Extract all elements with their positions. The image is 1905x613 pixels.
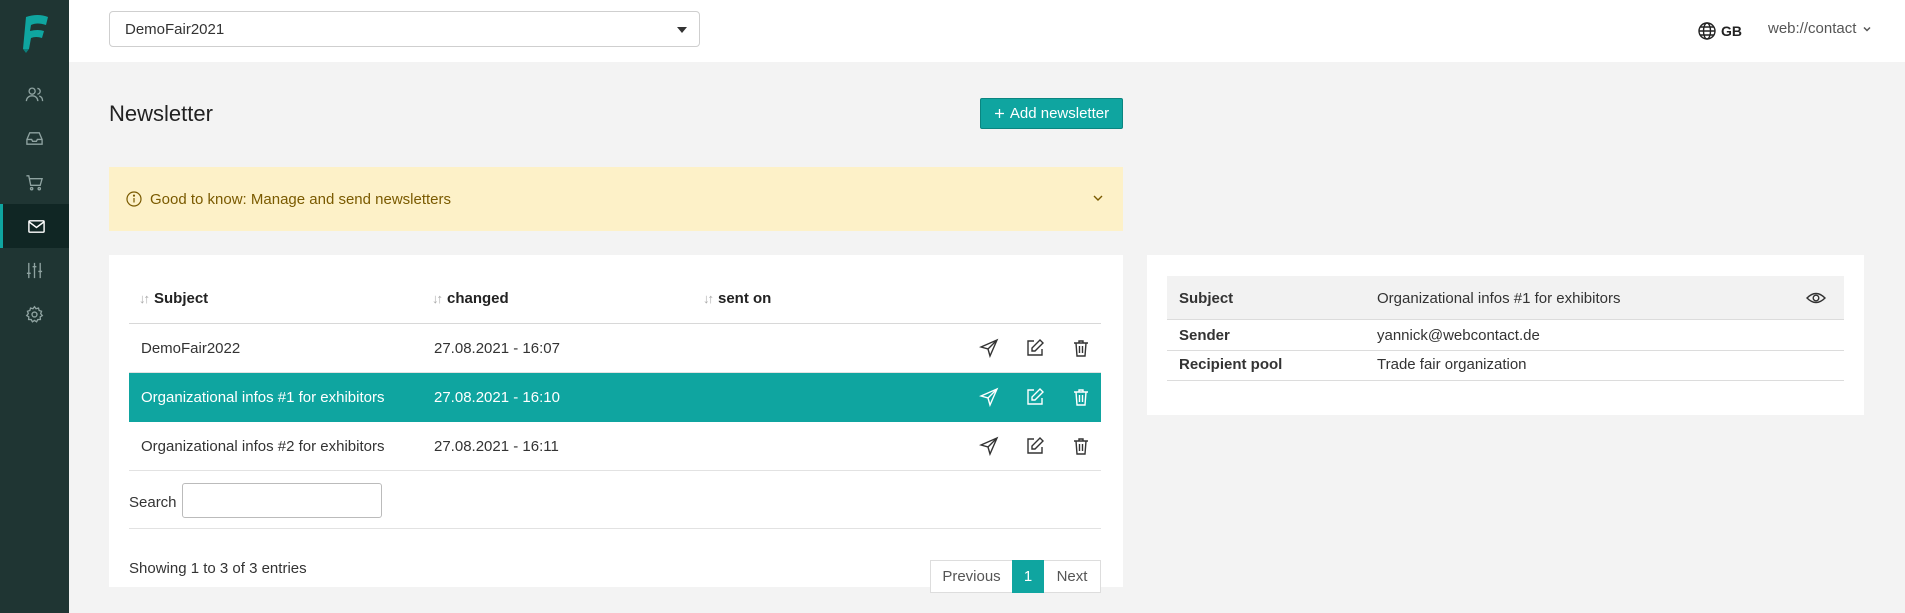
sidebar-item-shop[interactable] xyxy=(0,160,69,204)
chevron-down-icon[interactable] xyxy=(1091,191,1105,205)
sidebar-item-newsletter[interactable] xyxy=(0,204,69,248)
detail-label: Sender xyxy=(1179,327,1230,344)
fair-select-value: DemoFair2021 xyxy=(125,20,225,38)
cell-subject: DemoFair2022 xyxy=(141,340,241,357)
sort-icon: ↓↑ xyxy=(703,290,714,306)
add-newsletter-label: Add newsletter xyxy=(1009,105,1110,122)
trash-icon[interactable] xyxy=(1071,436,1091,456)
fair-select[interactable]: DemoFair2021 xyxy=(109,11,700,47)
divider xyxy=(129,528,1101,529)
cell-changed: 27.08.2021 - 16:11 xyxy=(434,438,559,455)
sidebar xyxy=(0,0,69,613)
detail-value: yannick@webcontact.de xyxy=(1377,327,1540,344)
row-actions xyxy=(979,387,1091,407)
users-icon xyxy=(25,86,44,101)
cart-icon xyxy=(26,174,43,190)
page-1-button[interactable]: 1 xyxy=(1012,560,1044,593)
detail-value: Trade fair organization xyxy=(1377,356,1527,373)
edit-icon[interactable] xyxy=(1025,338,1045,358)
detail-table: Subject Organizational infos #1 for exhi… xyxy=(1167,276,1844,381)
sort-icon: ↓↑ xyxy=(139,290,150,306)
trash-icon[interactable] xyxy=(1071,387,1091,407)
language-switcher[interactable]: GB xyxy=(1697,19,1742,43)
account-menu[interactable]: web://contact xyxy=(1768,20,1872,37)
entries-info: Showing 1 to 3 of 3 entries xyxy=(129,560,307,577)
newsletter-detail-card: Subject Organizational infos #1 for exhi… xyxy=(1147,255,1864,415)
column-header-sent-on[interactable]: ↓↑ sent on xyxy=(703,283,771,313)
eye-icon[interactable] xyxy=(1806,290,1826,306)
search-input[interactable] xyxy=(182,483,382,518)
sidebar-item-contacts[interactable] xyxy=(0,72,69,116)
send-icon[interactable] xyxy=(979,338,999,358)
detail-label: Recipient pool xyxy=(1179,356,1283,373)
column-label: Subject xyxy=(154,289,209,307)
info-icon xyxy=(126,191,142,207)
row-actions xyxy=(979,338,1091,358)
gear-icon xyxy=(25,305,44,323)
sidebar-item-settings-sliders[interactable] xyxy=(0,248,69,292)
trash-icon[interactable] xyxy=(1071,338,1091,358)
newsletter-table: ↓↑ Subject ↓↑ changed ↓↑ sent on DemoFai… xyxy=(129,283,1101,593)
sort-icon: ↓↑ xyxy=(432,290,443,306)
column-label: sent on xyxy=(718,289,772,307)
caret-down-icon xyxy=(677,27,687,33)
info-box[interactable]: Good to know: Manage and send newsletter… xyxy=(109,167,1123,231)
detail-value: Organizational infos #1 for exhibitors xyxy=(1377,290,1621,307)
sidebar-item-settings[interactable] xyxy=(0,292,69,336)
chevron-down-icon xyxy=(1863,26,1871,32)
detail-row-sender: Sender yannick@webcontact.de xyxy=(1167,320,1844,351)
cell-subject: Organizational infos #1 for exhibitors xyxy=(141,389,385,406)
language-code: GB xyxy=(1721,23,1742,39)
table-row[interactable]: Organizational infos #2 for exhibitors 2… xyxy=(129,422,1101,471)
mail-icon xyxy=(27,219,45,233)
table-row[interactable]: Organizational infos #1 for exhibitors 2… xyxy=(129,373,1101,422)
globe-icon xyxy=(1698,22,1716,40)
column-label: changed xyxy=(447,289,509,307)
edit-icon[interactable] xyxy=(1025,387,1045,407)
column-header-changed[interactable]: ↓↑ changed xyxy=(432,283,509,313)
detail-label: Subject xyxy=(1179,290,1234,307)
detail-row-recipient-pool: Recipient pool Trade fair organization xyxy=(1167,351,1844,381)
send-icon[interactable] xyxy=(979,387,999,407)
topbar: DemoFair2021 GB web://contact xyxy=(69,0,1905,62)
cell-changed: 27.08.2021 - 16:07 xyxy=(434,340,560,357)
sliders-icon xyxy=(26,262,43,278)
sidebar-item-inbox[interactable] xyxy=(0,116,69,160)
info-text: Good to know: Manage and send newsletter… xyxy=(150,190,452,208)
detail-row-subject: Subject Organizational infos #1 for exhi… xyxy=(1167,276,1844,320)
page-title: Newsletter xyxy=(109,101,213,126)
webcontact-logo-icon[interactable] xyxy=(20,13,50,53)
table-row[interactable]: DemoFair2022 27.08.2021 - 16:07 xyxy=(129,324,1101,373)
cell-changed: 27.08.2021 - 16:10 xyxy=(434,389,560,406)
next-page-button[interactable]: Next xyxy=(1044,560,1101,593)
plus-icon xyxy=(994,109,1004,118)
send-icon[interactable] xyxy=(979,436,999,456)
edit-icon[interactable] xyxy=(1025,436,1045,456)
pagination: Previous 1 Next xyxy=(930,560,1101,593)
inbox-icon xyxy=(26,131,43,145)
search-label: Search xyxy=(129,494,177,511)
newsletter-table-card: ↓↑ Subject ↓↑ changed ↓↑ sent on DemoFai… xyxy=(109,255,1123,593)
cell-subject: Organizational infos #2 for exhibitors xyxy=(141,438,385,455)
row-actions xyxy=(979,436,1091,456)
column-header-subject[interactable]: ↓↑ Subject xyxy=(139,283,208,313)
brand-name: web://contact xyxy=(1768,20,1857,37)
previous-page-button[interactable]: Previous xyxy=(930,560,1012,593)
add-newsletter-button[interactable]: Add newsletter xyxy=(980,98,1123,129)
